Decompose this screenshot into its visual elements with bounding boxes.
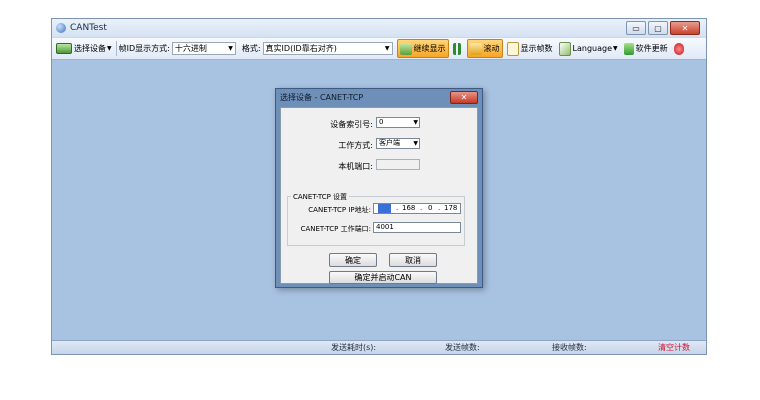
toolbar: 选择设备 ▼ 帧ID显示方式: 十六进制 ▼ 格式: 真实ID(ID靠右对齐) … bbox=[52, 38, 706, 60]
language-button[interactable]: Language ▼ bbox=[557, 40, 620, 57]
toolbar-separator bbox=[115, 41, 117, 56]
update-icon bbox=[623, 42, 634, 55]
device-index-select[interactable]: 0 ▼ bbox=[376, 117, 420, 128]
chevron-down-icon: ▼ bbox=[107, 45, 112, 52]
ok-start-can-button[interactable]: 确定并启动CAN bbox=[329, 271, 437, 284]
frame-id-label: 帧ID显示方式: bbox=[118, 44, 170, 53]
chevron-down-icon: ▼ bbox=[228, 45, 233, 52]
ip-octet-4: 178 bbox=[444, 204, 458, 212]
tools-button[interactable] bbox=[672, 40, 688, 57]
window-controls: ▭ ▢ ✕ bbox=[626, 21, 700, 35]
work-port-label: CANET-TCP 工作端口: bbox=[300, 225, 371, 233]
ip-dot: . bbox=[438, 204, 441, 212]
pause-button[interactable] bbox=[451, 40, 465, 57]
clear-count-button[interactable]: 清空计数 bbox=[658, 342, 690, 353]
minimize-button[interactable]: ▭ bbox=[626, 21, 646, 35]
device-icon bbox=[56, 43, 72, 54]
show-frames-label: 显示帧数 bbox=[520, 44, 553, 53]
dialog-close-button[interactable]: ✕ bbox=[450, 91, 478, 104]
play-icon bbox=[399, 42, 412, 55]
device-index-label: 设备索引号: bbox=[330, 120, 373, 129]
cancel-button[interactable]: 取消 bbox=[389, 253, 437, 267]
chevron-down-icon: ▼ bbox=[384, 45, 390, 52]
chevron-down-icon: ▼ bbox=[413, 140, 418, 147]
work-mode-label: 工作方式: bbox=[338, 141, 373, 150]
scroll-label: 滚动 bbox=[483, 44, 500, 53]
select-device-dialog: 选择设备 - CANET-TCP ✕ 设备索引号: 0 ▼ 工作方式: 客户端 … bbox=[275, 88, 483, 288]
sent-frames-label: 发送帧数: bbox=[445, 343, 480, 352]
work-port-value: 4001 bbox=[376, 223, 394, 231]
ip-dot: . bbox=[420, 204, 423, 212]
frame-id-value: 十六进制 bbox=[174, 44, 207, 53]
document-icon bbox=[506, 41, 519, 56]
app-icon bbox=[56, 23, 66, 33]
format-value: 真实ID(ID靠右对齐) bbox=[265, 44, 337, 53]
software-update-label: 软件更新 bbox=[635, 44, 668, 53]
send-time-label: 发送耗时(s): bbox=[331, 343, 377, 352]
ok-button[interactable]: 确定 bbox=[329, 253, 377, 267]
canet-settings-title: CANET-TCP 设置 bbox=[291, 192, 350, 202]
window-title: CANTest bbox=[70, 23, 107, 33]
language-icon bbox=[558, 41, 571, 56]
work-mode-value: 客户端 bbox=[379, 139, 400, 147]
chevron-down-icon: ▼ bbox=[613, 45, 618, 52]
select-device-button[interactable]: 选择设备 ▼ bbox=[54, 40, 114, 57]
frame-id-select[interactable]: 十六进制 ▼ bbox=[171, 42, 236, 55]
show-frames-button[interactable]: 显示帧数 bbox=[505, 40, 555, 57]
ip-octet-2: 168 bbox=[402, 204, 416, 212]
chevron-down-icon: ▼ bbox=[413, 119, 418, 126]
recv-frames-label: 接收帧数: bbox=[552, 343, 587, 352]
scroll-icon bbox=[469, 42, 482, 55]
work-port-input[interactable]: 4001 bbox=[373, 222, 461, 233]
continue-display-button[interactable]: 继续显示 bbox=[396, 39, 449, 58]
device-index-value: 0 bbox=[379, 118, 384, 126]
ip-address-input[interactable]: 192 . 168 . 0 . 178 bbox=[373, 203, 461, 214]
pause-icon bbox=[452, 42, 461, 55]
maximize-button[interactable]: ▢ bbox=[648, 21, 668, 35]
dialog-title: 选择设备 - CANET-TCP bbox=[280, 93, 364, 102]
format-label: 格式: bbox=[241, 44, 261, 53]
ip-octet-1: 192 bbox=[378, 204, 392, 213]
language-label: Language bbox=[572, 44, 613, 53]
scroll-button[interactable]: 滚动 bbox=[466, 39, 503, 58]
close-button[interactable]: ✕ bbox=[670, 21, 700, 35]
tools-icon bbox=[673, 42, 684, 55]
continue-display-label: 继续显示 bbox=[413, 44, 446, 53]
title-bar: CANTest ▭ ▢ ✕ bbox=[52, 19, 706, 37]
software-update-button[interactable]: 软件更新 bbox=[622, 40, 670, 57]
dialog-body: 设备索引号: 0 ▼ 工作方式: 客户端 ▼ 本机端口: CANET-TCP 设… bbox=[280, 107, 478, 284]
status-bar: 发送耗时(s): 发送帧数: 接收帧数: 清空计数 bbox=[52, 340, 706, 354]
ip-dot: . bbox=[396, 204, 399, 212]
select-device-label: 选择设备 bbox=[74, 44, 106, 53]
ip-address-label: CANET-TCP IP地址: bbox=[308, 206, 371, 214]
work-mode-select[interactable]: 客户端 ▼ bbox=[376, 138, 420, 149]
format-select[interactable]: 真实ID(ID靠右对齐) ▼ bbox=[262, 42, 393, 55]
local-port-label: 本机端口: bbox=[338, 162, 373, 171]
ip-octet-3: 0 bbox=[428, 204, 433, 212]
local-port-input bbox=[376, 159, 420, 170]
